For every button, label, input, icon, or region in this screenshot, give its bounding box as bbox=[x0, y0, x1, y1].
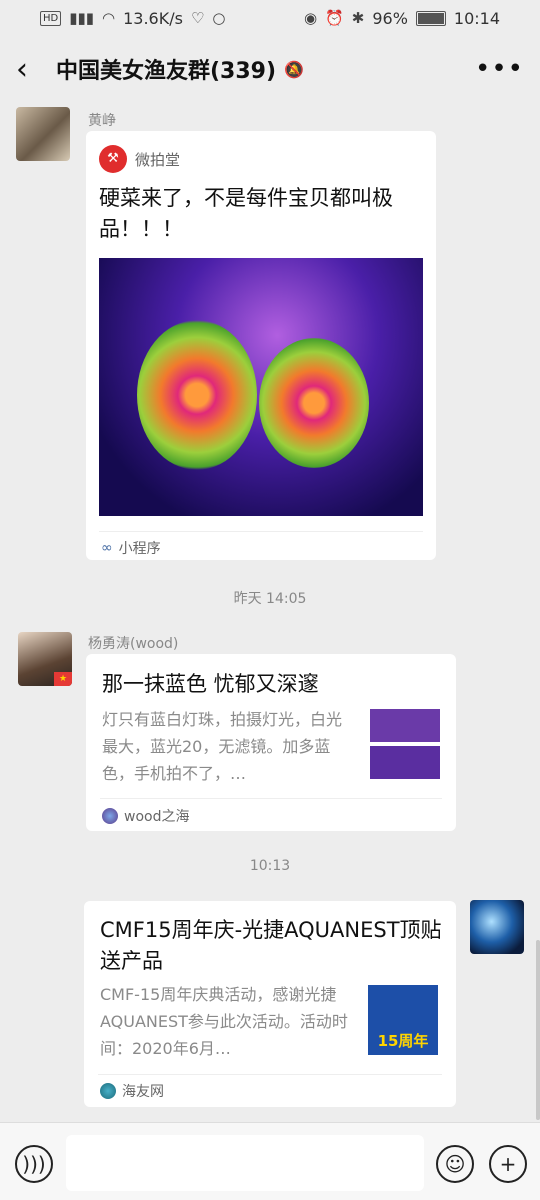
nav-bar: ‹ 中国美女渔友群(339) 🔕 ••• bbox=[0, 36, 540, 102]
avatar[interactable] bbox=[16, 107, 70, 161]
source-icon bbox=[102, 808, 118, 824]
mute-icon: 🔕 bbox=[284, 59, 304, 79]
mini-program-header: ⚒ 微拍堂 bbox=[99, 145, 180, 173]
avatar[interactable]: ★ bbox=[18, 632, 72, 686]
flag-icon: ★ bbox=[54, 672, 72, 686]
link-card[interactable]: 那一抹蓝色 忧郁又深邃 灯只有蓝白灯珠，拍摄灯光，白光最大，蓝光20，无滤镜。加… bbox=[86, 654, 456, 831]
source-name: wood之海 bbox=[124, 809, 190, 825]
mini-program-label: 小程序 bbox=[118, 541, 161, 557]
battery-icon bbox=[415, 10, 446, 26]
card-footer: wood之海 bbox=[102, 806, 189, 826]
bluetooth-icon: ✱ bbox=[351, 9, 365, 27]
app-name: 微拍堂 bbox=[135, 150, 181, 169]
battery-percent: 96% bbox=[372, 8, 408, 28]
loading-icon: ○ bbox=[212, 9, 226, 27]
network-speed: 13.6K/s bbox=[123, 8, 183, 28]
avatar[interactable] bbox=[470, 900, 524, 954]
add-icon[interactable]: + bbox=[489, 1145, 527, 1183]
timestamp: 昨天 14:05 bbox=[233, 591, 307, 607]
card-description: CMF-15周年庆典活动，感谢光捷AQUANEST参与此次活动。活动时间：202… bbox=[100, 985, 348, 1058]
scrollbar[interactable] bbox=[536, 940, 540, 1120]
source-icon bbox=[100, 1083, 116, 1099]
polyp-left bbox=[137, 320, 257, 470]
clock: 10:14 bbox=[453, 8, 500, 28]
coral-image bbox=[99, 258, 423, 516]
card-title: CMF15周年庆-光捷AQUANEST顶贴送产品 bbox=[100, 918, 442, 973]
card-footer: 海友网 bbox=[100, 1081, 164, 1101]
thumbnail-text: 15周年 bbox=[377, 1032, 429, 1050]
chat-title: 中国美女渔友群(339) bbox=[56, 59, 277, 84]
source-name: 海友网 bbox=[122, 1084, 164, 1100]
input-bar: ))) ☺ + bbox=[0, 1122, 540, 1200]
message-input[interactable] bbox=[66, 1135, 424, 1191]
link-thumbnail: 15周年 bbox=[368, 985, 438, 1055]
status-bar: HD ▮▮▮ ◠ 13.6K/s ♡ ○ ◉ ⏰ ✱ 96% 10:14 bbox=[0, 0, 540, 36]
sender-name: 杨勇涛(wood) bbox=[88, 636, 179, 652]
back-icon[interactable]: ‹ bbox=[16, 52, 52, 87]
more-options-icon[interactable]: ••• bbox=[475, 54, 524, 84]
vibrate-icon: ◉ bbox=[303, 9, 318, 27]
mini-program-icon: ∞ bbox=[101, 540, 113, 556]
divider bbox=[98, 1074, 442, 1075]
alarm-icon: ⏰ bbox=[325, 9, 344, 27]
wifi-icon: ◠ bbox=[102, 9, 116, 27]
status-left: HD ▮▮▮ ◠ 13.6K/s ♡ ○ bbox=[40, 9, 225, 28]
divider bbox=[99, 531, 423, 532]
hd-badge: HD bbox=[40, 10, 62, 26]
sender-name: 黄峥 bbox=[88, 113, 116, 129]
voice-icon[interactable]: ))) bbox=[15, 1145, 53, 1183]
divider bbox=[100, 798, 442, 799]
card-footer: ∞ 小程序 bbox=[101, 538, 161, 558]
card-description: 灯只有蓝白灯珠，拍摄灯光，白光最大，蓝光20，无滤镜。加多蓝色，手机拍不了，… bbox=[102, 710, 343, 783]
timestamp: 10:13 bbox=[249, 858, 291, 874]
heart-icon: ♡ bbox=[190, 9, 205, 27]
card-title: 硬菜来了，不是每件宝贝都叫极品！！！ bbox=[99, 186, 393, 241]
card-title: 那一抹蓝色 忧郁又深邃 bbox=[102, 672, 319, 696]
app-logo-icon: ⚒ bbox=[99, 145, 127, 173]
status-right: ◉ ⏰ ✱ 96% 10:14 bbox=[304, 9, 500, 28]
emoji-icon[interactable]: ☺ bbox=[436, 1145, 474, 1183]
polyp-right bbox=[259, 338, 369, 468]
signal-icon: ▮▮▮ bbox=[69, 9, 94, 27]
link-thumbnail bbox=[370, 709, 440, 779]
link-card[interactable]: CMF15周年庆-光捷AQUANEST顶贴送产品 CMF-15周年庆典活动，感谢… bbox=[84, 901, 456, 1107]
